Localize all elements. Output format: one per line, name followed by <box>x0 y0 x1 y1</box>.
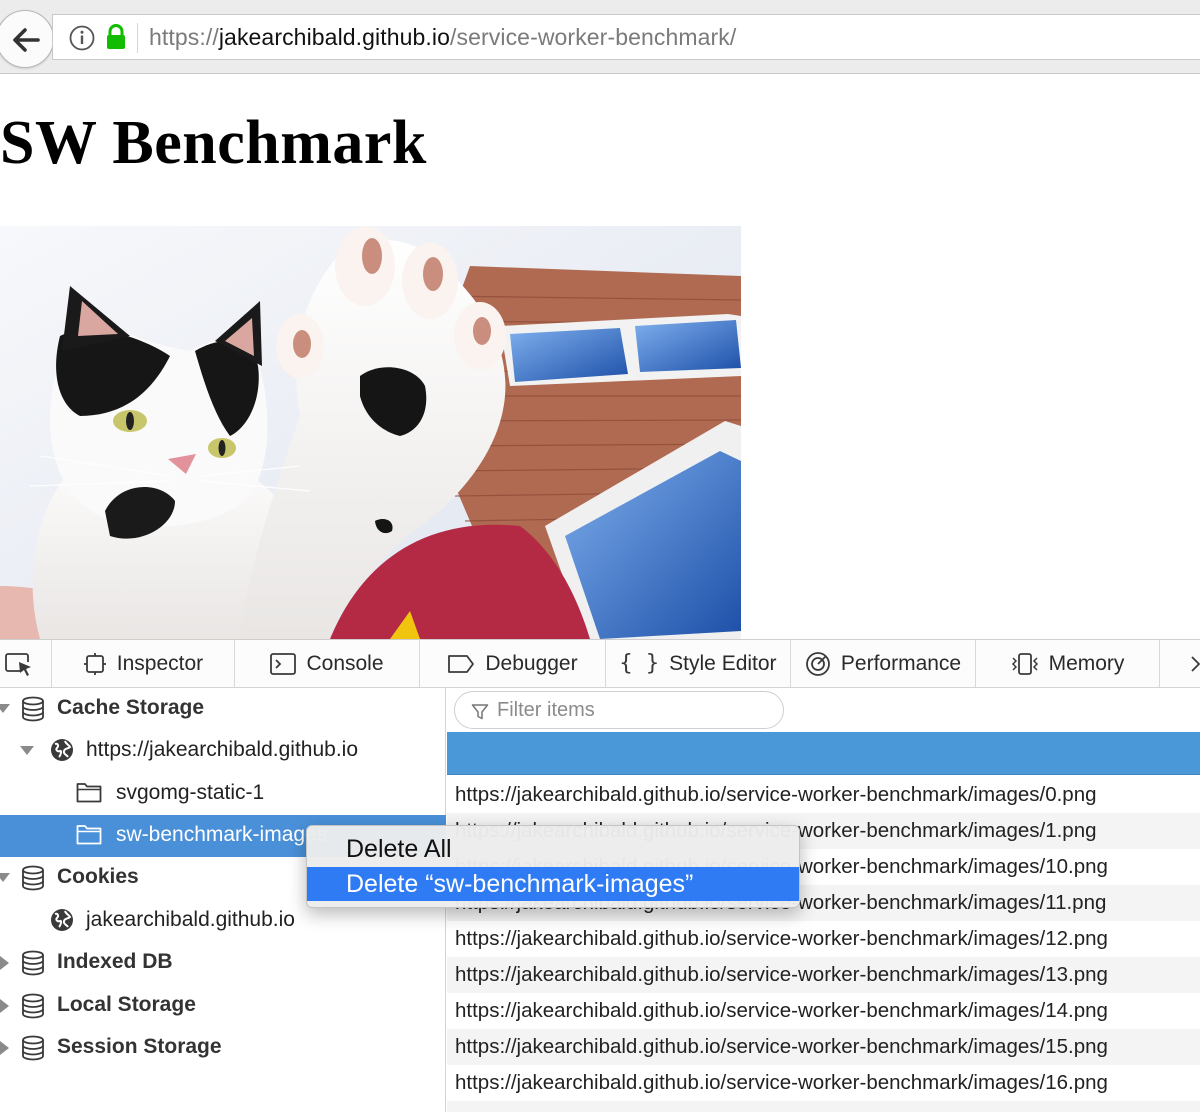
back-arrow-icon <box>13 28 40 52</box>
tab-console[interactable]: Console <box>235 640 420 687</box>
tree-item-svgomg-static[interactable]: svgomg-static-1 <box>0 773 446 815</box>
console-icon <box>270 652 297 675</box>
menu-item-delete-cache[interactable]: Delete “sw-benchmark-images” <box>307 867 799 901</box>
tree-item-cache-origin[interactable]: https://jakearchibald.github.io <box>0 730 446 772</box>
url-text[interactable]: https://jakearchibald.github.io/service-… <box>149 24 736 51</box>
collapsed-arrow-icon[interactable] <box>0 999 9 1013</box>
table-row[interactable]: https://jakearchibald.github.io/service-… <box>447 777 1200 813</box>
cat-photo <box>0 226 741 639</box>
info-icon[interactable] <box>69 25 95 51</box>
tree-label-cache-storage: Cache Storage <box>57 696 205 719</box>
table-row[interactable]: https://jakearchibald.github.io/service-… <box>447 921 1200 957</box>
context-menu: Delete All Delete “sw-benchmark-images” <box>306 825 800 908</box>
database-icon <box>21 950 45 982</box>
performance-icon <box>805 651 831 677</box>
filter-input[interactable] <box>497 696 767 724</box>
tab-console-label: Console <box>306 651 384 675</box>
url-host: jakearchibald.github.io <box>218 24 451 50</box>
tab-overflow-chevron-icon[interactable] <box>1190 654 1200 674</box>
expanded-arrow-icon[interactable] <box>0 704 10 713</box>
tree-item-local-storage[interactable]: Local Storage <box>0 985 446 1027</box>
tab-debugger-label: Debugger <box>485 651 578 675</box>
page-title: SW Benchmark <box>0 109 427 177</box>
tab-performance[interactable]: Performance <box>791 640 976 687</box>
table-column-header[interactable] <box>447 732 1200 775</box>
tab-style-editor-label: Style Editor <box>669 651 777 675</box>
url-prefix: https:// <box>149 24 219 50</box>
table-row[interactable] <box>447 1101 1200 1112</box>
tree-item-session-storage[interactable]: Session Storage <box>0 1027 446 1069</box>
tree-label-indexed-db: Indexed DB <box>57 950 173 973</box>
tree-label-cookies: Cookies <box>57 865 139 888</box>
browser-toolbar: https://jakearchibald.github.io/service-… <box>0 0 1200 74</box>
database-icon <box>21 1035 45 1067</box>
tree-item-cache-storage[interactable]: Cache Storage <box>0 688 446 730</box>
tab-debugger[interactable]: Debugger <box>420 640 606 687</box>
tree-item-indexed-db[interactable]: Indexed DB <box>0 942 446 984</box>
database-icon <box>21 696 45 728</box>
tab-memory-label: Memory <box>1048 651 1125 675</box>
database-icon <box>21 993 45 1025</box>
url-path: /service-worker-benchmark/ <box>450 24 737 50</box>
tab-memory[interactable]: Memory <box>976 640 1160 687</box>
tree-label-session-storage: Session Storage <box>57 1035 222 1058</box>
database-icon <box>21 865 45 897</box>
memory-icon <box>1011 652 1039 676</box>
expanded-arrow-icon[interactable] <box>20 746 34 755</box>
table-row[interactable]: https://jakearchibald.github.io/service-… <box>447 993 1200 1029</box>
element-picker-button[interactable] <box>0 640 52 687</box>
lock-icon[interactable] <box>105 24 127 50</box>
globe-icon <box>50 908 74 938</box>
collapsed-arrow-icon[interactable] <box>0 1041 9 1055</box>
tree-label-sw-benchmark-images: sw-benchmark-images <box>116 823 328 846</box>
menu-item-delete-all[interactable]: Delete All <box>307 832 799 866</box>
element-picker-icon <box>5 653 31 676</box>
back-button[interactable] <box>0 10 54 68</box>
folder-icon <box>76 781 102 809</box>
expanded-arrow-icon[interactable] <box>0 873 10 882</box>
tab-style-editor[interactable]: { } Style Editor <box>606 640 791 687</box>
tab-inspector-label: Inspector <box>116 651 204 675</box>
tree-label-svgomg-static: svgomg-static-1 <box>116 781 265 804</box>
debugger-icon <box>447 654 475 674</box>
tree-label-cookies-origin: jakearchibald.github.io <box>86 908 295 931</box>
folder-icon <box>76 823 102 851</box>
table-row[interactable]: https://jakearchibald.github.io/service-… <box>447 957 1200 993</box>
url-bar[interactable]: https://jakearchibald.github.io/service-… <box>52 14 1200 60</box>
globe-icon <box>50 738 74 768</box>
inspector-icon <box>83 652 107 676</box>
table-row[interactable]: https://jakearchibald.github.io/service-… <box>447 1065 1200 1101</box>
tree-label-local-storage: Local Storage <box>57 993 196 1016</box>
url-separator <box>137 23 138 53</box>
tree-label-cache-origin: https://jakearchibald.github.io <box>86 738 359 761</box>
collapsed-arrow-icon[interactable] <box>0 956 9 970</box>
tab-performance-label: Performance <box>840 651 962 675</box>
devtools-tabbar: Inspector Console Debugger { } Style Edi… <box>0 640 1200 688</box>
filter-icon <box>471 704 489 720</box>
table-row[interactable]: https://jakearchibald.github.io/service-… <box>447 1029 1200 1065</box>
tab-inspector[interactable]: Inspector <box>52 640 235 687</box>
filter-box[interactable] <box>454 691 784 729</box>
style-editor-icon: { } <box>619 651 660 676</box>
